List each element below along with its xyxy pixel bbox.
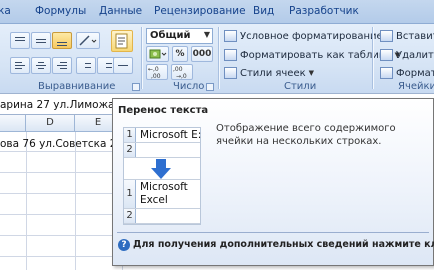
tooltip-divider: [117, 232, 429, 233]
percent-format-button[interactable]: %: [172, 46, 188, 62]
merge-center-button[interactable]: [113, 57, 133, 74]
wrap-text-icon: [115, 33, 128, 49]
svg-text:,00: ,00: [151, 73, 161, 79]
demo-row-header: 1: [124, 180, 136, 208]
insert-label: Вставит: [396, 30, 434, 42]
tooltip-title: Перенос текста: [118, 105, 209, 116]
wrap-text-button[interactable]: [111, 30, 133, 52]
align-left-button[interactable]: [10, 57, 30, 74]
delete-label: Удалит: [396, 49, 434, 61]
number-group-label: Число: [173, 81, 205, 92]
wrap-text-tooltip: Перенос текста 1 2 Microsoft E: 1 Micros…: [112, 98, 434, 266]
column-gridline: [26, 132, 27, 270]
decrease-indent-button[interactable]: [76, 57, 96, 74]
cells-group-label: Ячейки: [398, 81, 434, 92]
align-middle-button[interactable]: [31, 32, 51, 49]
tooltip-footer: Для получения дополнительных сведений на…: [133, 239, 434, 250]
tab-view[interactable]: Вид: [253, 5, 274, 17]
conditional-formatting-label: Условное форматирование: [240, 30, 383, 42]
help-icon: ?: [118, 239, 130, 251]
delete-icon: [380, 49, 393, 61]
tab-formulas[interactable]: Формулы: [35, 5, 86, 17]
ribbon-tab-bar: ка Формулы Данные Рецензирование Вид Раз…: [0, 0, 434, 24]
tab-review[interactable]: Рецензирование: [154, 5, 246, 17]
format-as-table-button[interactable]: Форматировать как таблицу ▼: [224, 47, 400, 63]
formula-bar-content[interactable]: арина 27 ул.Лиможа 9: [0, 99, 125, 111]
group-separator: [218, 27, 219, 89]
demo-gridline: [124, 179, 200, 180]
currency-format-button[interactable]: [146, 46, 169, 62]
cell-styles-icon: [224, 67, 237, 79]
cell-styles-button[interactable]: Стили ячеек ▼: [224, 65, 314, 81]
conditional-formatting-icon: [224, 30, 237, 42]
demo-after-line2: Excel: [140, 194, 168, 206]
styles-group-label: Стили: [284, 81, 317, 92]
tab-home[interactable]: ка: [0, 5, 11, 17]
conditional-formatting-button[interactable]: Условное форматирование ▼: [224, 28, 391, 44]
increase-decimal-button[interactable]: ←,0 ,00: [146, 64, 168, 80]
column-header-partial[interactable]: [0, 115, 26, 132]
cell-styles-label: Стили ячеек: [240, 67, 306, 79]
currency-icon: [149, 49, 166, 59]
delete-cells-button[interactable]: Удалит: [380, 47, 434, 63]
increase-decimal-icon: ←,0 ,00: [148, 66, 161, 80]
svg-text:,00: ,00: [173, 66, 183, 73]
group-separator: [372, 27, 373, 89]
column-header-d[interactable]: D: [26, 115, 75, 132]
insert-cells-button[interactable]: Вставит: [380, 28, 434, 44]
decrease-decimal-button[interactable]: ,00 →,0: [171, 64, 193, 80]
demo-after-line1: Microsoft: [140, 181, 188, 193]
number-dialog-launcher[interactable]: [206, 83, 214, 91]
demo-row-header: 2: [124, 143, 136, 157]
demo-before-text: Microsoft E:: [140, 129, 202, 141]
table-icon: [224, 49, 237, 61]
thousands-separator-button[interactable]: 000: [191, 46, 213, 62]
demo-row-header: 1: [124, 128, 136, 142]
ribbon: Выравнивание Общий ▼ % 000 ←,0 ,00 ,00 →…: [0, 24, 434, 93]
decrease-decimal-icon: ,00 →,0: [173, 66, 187, 80]
alignment-dialog-launcher[interactable]: [132, 83, 140, 91]
excel-window: ка Формулы Данные Рецензирование Вид Раз…: [0, 0, 434, 270]
arrow-down-icon: [151, 159, 171, 179]
chevron-down-icon: ▼: [203, 30, 210, 39]
insert-icon: [380, 30, 393, 42]
alignment-group-label: Выравнивание: [38, 81, 116, 92]
format-cells-button[interactable]: Формат: [380, 65, 434, 81]
align-top-button[interactable]: [10, 32, 30, 49]
number-format-combo[interactable]: Общий ▼: [146, 28, 213, 44]
demo-gridline: [124, 223, 200, 224]
tab-data[interactable]: Данные: [99, 5, 142, 17]
column-gridline: [75, 132, 76, 270]
group-separator: [141, 27, 142, 89]
format-as-table-label: Форматировать как таблицу: [240, 49, 392, 61]
tab-developer[interactable]: Разработчик: [289, 5, 359, 17]
orientation-button[interactable]: [76, 32, 100, 49]
format-label: Формат: [396, 67, 434, 79]
orientation-icon: [79, 35, 97, 46]
number-format-value: Общий: [150, 30, 191, 41]
wrap-text-demo: 1 2 Microsoft E: 1 Microsoft Excel 2: [123, 127, 201, 225]
tooltip-description: Отображение всего содержимого ячейки на …: [216, 123, 396, 147]
align-bottom-button[interactable]: [52, 32, 72, 49]
align-right-button[interactable]: [52, 57, 72, 74]
demo-row-header: 2: [124, 209, 136, 223]
svg-text:←,0: ←,0: [148, 66, 159, 73]
chevron-down-icon: ▼: [308, 69, 315, 77]
format-icon: [380, 67, 393, 79]
align-center-button[interactable]: [31, 57, 51, 74]
svg-text:→,0: →,0: [176, 73, 187, 79]
